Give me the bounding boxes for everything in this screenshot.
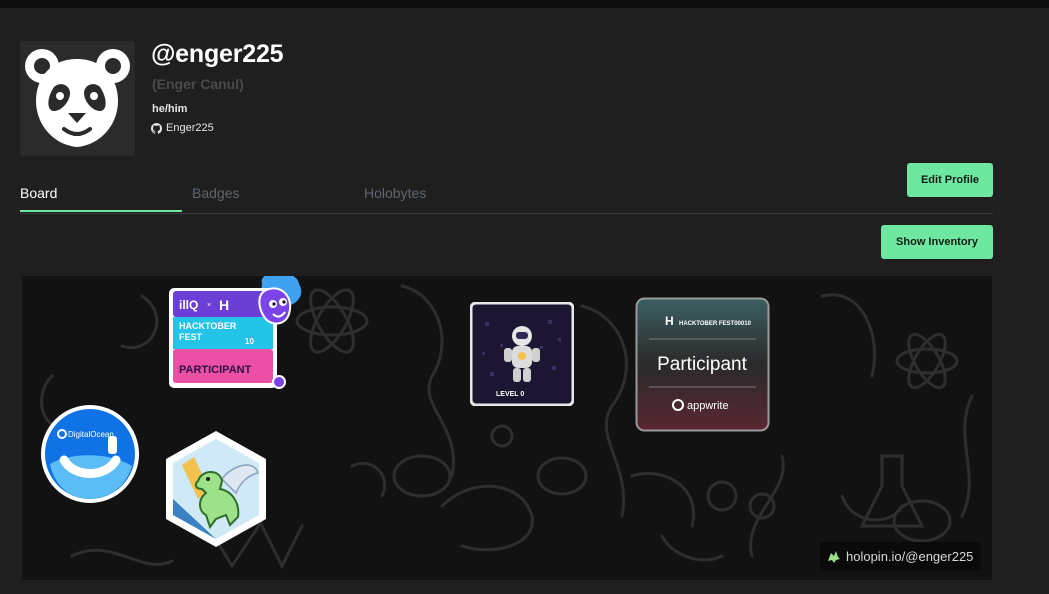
real-name: (Enger Canul) bbox=[152, 76, 244, 92]
hacktoberfest-participant: PARTICIPANT bbox=[179, 364, 252, 376]
avatar[interactable] bbox=[20, 41, 135, 156]
hacktoberfest-title-2: FEST bbox=[179, 332, 203, 342]
hacktoberfest-brand: illQ bbox=[179, 298, 198, 312]
tab-board[interactable]: Board bbox=[20, 183, 182, 212]
appwrite-logo-text: appwrite bbox=[687, 400, 729, 412]
appwrite-badge[interactable]: H HACKTOBER FEST00010 Participant appwri… bbox=[635, 297, 770, 432]
appwrite-header: HACKTOBER FEST00010 bbox=[679, 321, 752, 327]
holopin-dino-icon bbox=[828, 550, 840, 563]
github-link[interactable]: Enger225 bbox=[151, 122, 214, 134]
profile-tabs: Board Badges Holobytes bbox=[20, 183, 993, 214]
pronouns: he/him bbox=[152, 103, 188, 115]
hacktoberfest-h-logo: H bbox=[219, 297, 229, 313]
holopin-watermark[interactable]: holopin.io/@enger225 bbox=[820, 542, 981, 571]
digitalocean-label: DigitalOcean bbox=[68, 430, 114, 439]
tab-badges[interactable]: Badges bbox=[192, 183, 342, 212]
github-username: Enger225 bbox=[166, 122, 214, 134]
tab-holobytes[interactable]: Holobytes bbox=[364, 183, 514, 212]
level-badge[interactable]: LEVEL 0 bbox=[470, 302, 574, 406]
sticker-board: illQ × H HACKTOBER FEST 10 PARTICIPANT L… bbox=[22, 276, 992, 580]
appwrite-h-logo: H bbox=[665, 314, 674, 328]
hacktoberfest-number: 10 bbox=[245, 337, 254, 346]
github-icon bbox=[151, 122, 162, 134]
dinosaur-badge[interactable] bbox=[162, 429, 270, 549]
show-inventory-button[interactable]: Show Inventory bbox=[881, 225, 993, 259]
hacktoberfest-times-sign: × bbox=[207, 302, 211, 309]
appwrite-participant: Participant bbox=[657, 354, 747, 375]
edit-profile-button[interactable]: Edit Profile bbox=[907, 163, 993, 197]
panda-avatar-icon bbox=[20, 41, 135, 156]
username: @enger225 bbox=[151, 40, 284, 68]
digitalocean-badge[interactable]: DigitalOcean bbox=[40, 404, 140, 504]
hacktoberfest-title-1: HACKTOBER bbox=[179, 321, 237, 331]
hacktoberfest-badge[interactable]: illQ × H HACKTOBER FEST 10 PARTICIPANT bbox=[167, 276, 307, 394]
watermark-text: holopin.io/@enger225 bbox=[846, 549, 974, 564]
level-label: LEVEL 0 bbox=[496, 391, 524, 398]
top-bar bbox=[0, 0, 1049, 8]
